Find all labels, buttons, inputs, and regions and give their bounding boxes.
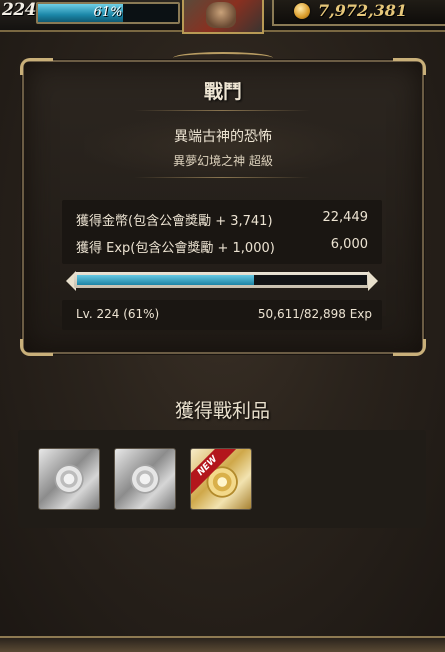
level-label: Lv. 224 (61%) — [76, 307, 160, 321]
ornament-crest-icon — [173, 52, 273, 64]
gold-reward-value: 22,449 — [322, 210, 369, 225]
panel-title: 戰鬥 — [203, 81, 242, 103]
battle-result-screen: 224 61% 7,972,381 戰鬥 異端古神的恐怖 異夢幻境之神 超級 獲… — [0, 0, 445, 652]
battle-panel: 戰鬥 異端古神的恐怖 異夢幻境之神 超級 獲得金幣(包含公會獎勵 + 3,741… — [20, 52, 426, 356]
gold-reward-row: 獲得金幣(包含公會獎勵 + 3,741) 22,449 — [76, 210, 368, 230]
quest-name: 異端古神的恐怖 — [174, 129, 272, 145]
bottom-ornament — [0, 636, 445, 652]
gold-reward-label: 獲得金幣(包含公會獎勵 + 3,741) — [76, 214, 273, 229]
ornament-corner-icon — [20, 58, 53, 75]
ornament-corner-icon — [393, 339, 426, 356]
progress-fill — [77, 275, 254, 285]
spoils-title: 獲得戰利品 — [174, 400, 270, 422]
exp-progress-label: 50,611/82,898 Exp — [257, 307, 372, 321]
player-avatar[interactable] — [182, 0, 264, 34]
level-progress-bar — [66, 270, 378, 292]
top-status-bar: 224 61% 7,972,381 — [0, 0, 445, 34]
spoil-item-silver-medal-icon[interactable] — [38, 448, 100, 510]
divider — [134, 177, 310, 178]
exp-reward-label: 獲得 Exp(包含公會獎勵 + 1,000) — [76, 241, 275, 256]
spoil-item-silver-medal-icon[interactable] — [114, 448, 176, 510]
exp-bar: 61% — [36, 2, 180, 24]
exp-reward-row: 獲得 Exp(包含公會獎勵 + 1,000) 6,000 — [76, 237, 368, 257]
player-level: 224 — [2, 0, 37, 20]
new-badge: NEW — [191, 449, 239, 497]
gold-amount: 7,972,381 — [318, 1, 408, 20]
reward-summary: 獲得金幣(包含公會獎勵 + 3,741) 22,449 獲得 Exp(包含公會獎… — [62, 200, 382, 264]
ornament-corner-icon — [393, 58, 426, 75]
exp-percent: 61% — [93, 5, 123, 20]
spoils-list: NEW — [18, 430, 426, 528]
spoil-item-gold-medal-icon[interactable]: NEW — [190, 448, 252, 510]
progress-track — [77, 275, 367, 285]
gold-coin-icon — [294, 3, 310, 19]
exp-reward-value: 6,000 — [330, 237, 368, 252]
ornament-corner-icon — [20, 339, 53, 356]
divider — [134, 110, 310, 111]
progress-frame — [74, 272, 370, 288]
gold-display: 7,972,381 — [272, 0, 445, 26]
avatar-face-icon — [206, 2, 236, 28]
quest-subtitle: 異夢幻境之神 超級 — [173, 154, 273, 168]
level-info: Lv. 224 (61%) 50,611/82,898 Exp — [62, 300, 382, 330]
bar-tip-right-icon — [368, 271, 378, 291]
